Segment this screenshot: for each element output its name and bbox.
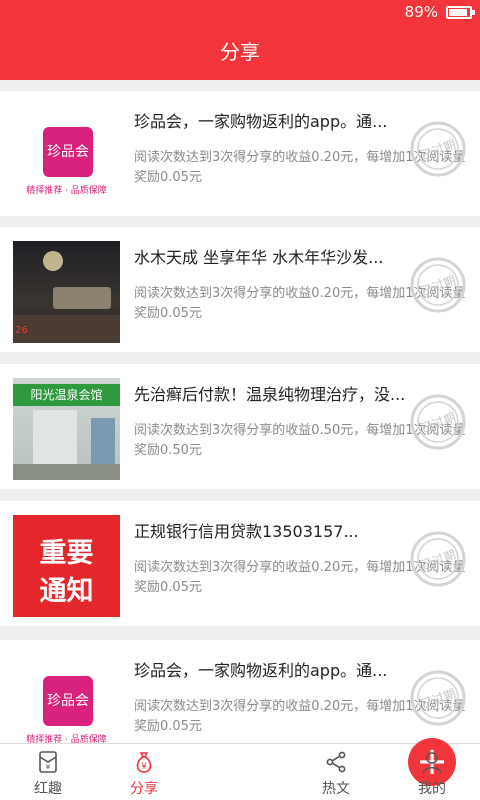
tab-add[interactable]: +	[192, 738, 456, 800]
chandelier-light	[43, 251, 63, 271]
status-bar: 89%	[0, 0, 480, 24]
task-thumbnail-zhenpinhui: 珍品会 精择推荐 · 品质保障	[13, 654, 120, 743]
task-title: 先治癣后付款！温泉纯物理治疗，没...	[134, 385, 406, 404]
zhenpinhui-logo: 珍品会	[43, 127, 93, 177]
notice-text-line2: 通知	[39, 576, 94, 607]
task-title: 水木天成 坐享年华 水木年华沙发...	[134, 248, 384, 267]
task-thumbnail-important-notice: 重要 通知	[13, 515, 120, 617]
sofa-shape	[53, 287, 111, 309]
red-envelope-icon: ¥	[39, 751, 57, 773]
task-title: 珍品会，一家购物返利的app。通...	[134, 661, 388, 680]
zhenpinhui-caption: 精择推荐 · 品质保障	[26, 735, 107, 743]
share-task-card[interactable]: 珍品会 精择推荐 · 品质保障 珍品会，一家购物返利的app。通... 阅读次数…	[0, 640, 480, 743]
svg-text:¥: ¥	[46, 763, 51, 771]
expired-stamp-text: 已过期	[419, 547, 458, 572]
share-task-card[interactable]: 珍品会 精择推荐 · 品质保障 珍品会，一家购物返利的app。通... 阅读次数…	[0, 91, 480, 216]
tab-hot-articles[interactable]: 热文	[288, 744, 384, 800]
money-bag-icon: ¥	[136, 752, 152, 773]
expired-stamp-text: 已过期	[419, 137, 458, 162]
tab-label: 分享	[130, 781, 158, 797]
hot-spring-signboard: 阳光温泉会馆	[13, 384, 120, 406]
share-task-list[interactable]: 珍品会 精择推荐 · 品质保障 珍品会，一家购物返利的app。通... 阅读次数…	[0, 80, 480, 743]
task-title: 珍品会，一家购物返利的app。通...	[134, 112, 388, 131]
tab-label: 热文	[322, 781, 350, 797]
bottom-tab-bar: ¥ 红趣 ¥ 分享 + 热文 我的	[0, 738, 480, 800]
tab-mine[interactable]: 我的	[384, 744, 480, 800]
sidewalk	[13, 464, 120, 480]
expired-stamp-text: 已过期	[419, 410, 458, 435]
share-nodes-icon	[326, 751, 346, 773]
expired-stamp-icon: 已过期	[410, 670, 466, 726]
tab-share[interactable]: ¥ 分享	[96, 744, 192, 800]
battery-percentage: 89%	[404, 3, 438, 21]
task-title: 正规银行信用贷款13503157...	[134, 522, 359, 541]
tab-label: 我的	[418, 781, 446, 797]
task-thumbnail-zhenpinhui: 珍品会 精择推荐 · 品质保障	[13, 105, 120, 207]
svg-text:¥: ¥	[141, 762, 147, 772]
notice-text-line1: 重要	[39, 538, 94, 569]
zhenpinhui-caption: 精择推荐 · 品质保障	[26, 186, 107, 196]
share-task-card[interactable]: 阳光温泉会馆 先治癣后付款！温泉纯物理治疗，没... 阅读次数达到3次得分享的收…	[0, 364, 480, 489]
user-icon	[422, 752, 442, 774]
expired-stamp-icon: 已过期	[410, 394, 466, 450]
expired-stamp-icon: 已过期	[410, 531, 466, 587]
thumbnail-corner-number: 26	[15, 325, 28, 336]
share-task-card[interactable]: 重要 通知 正规银行信用贷款13503157... 阅读次数达到3次得分享的收益…	[0, 501, 480, 626]
battery-icon	[446, 6, 475, 19]
expired-stamp-icon: 已过期	[410, 121, 466, 177]
page-title-bar: 分享	[0, 24, 480, 80]
tab-label: 红趣	[34, 781, 62, 797]
storefront-banner	[91, 418, 115, 464]
zhenpinhui-logo: 珍品会	[43, 676, 93, 726]
expired-stamp-text: 已过期	[419, 273, 458, 298]
task-thumbnail-sofa: 26	[13, 241, 120, 343]
task-thumbnail-hot-spring: 阳光温泉会馆	[13, 378, 120, 480]
share-task-card[interactable]: 26 水木天成 坐享年华 水木年华沙发... 阅读次数达到3次得分享的收益0.2…	[0, 227, 480, 352]
expired-stamp-icon: 已过期	[410, 257, 466, 313]
floor-rug	[13, 315, 120, 343]
tab-hongqu[interactable]: ¥ 红趣	[0, 744, 96, 800]
page-title: 分享	[220, 40, 260, 64]
expired-stamp-text: 已过期	[419, 686, 458, 711]
